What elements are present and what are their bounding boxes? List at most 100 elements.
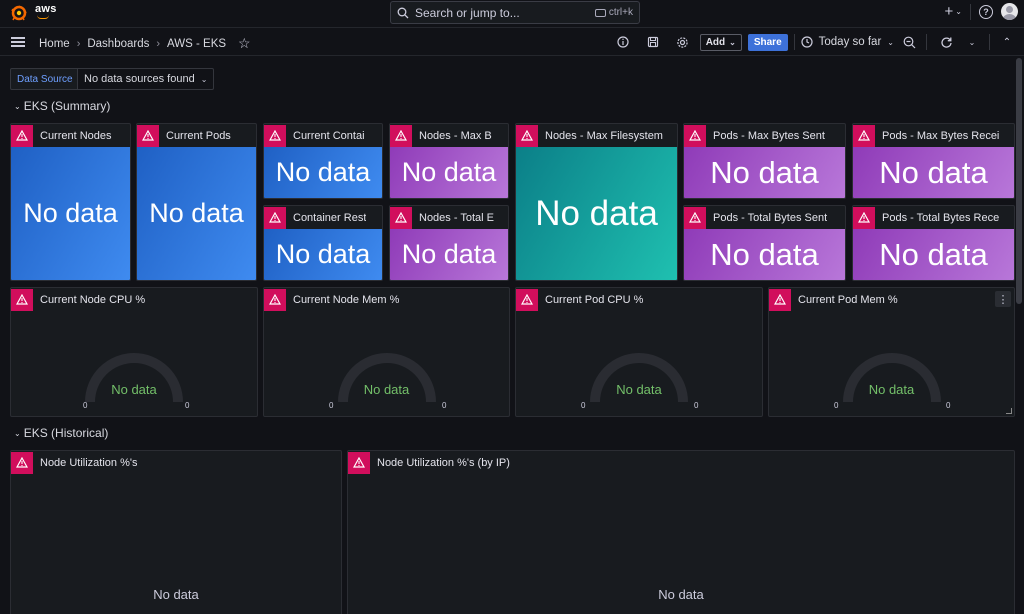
add-button[interactable]: Add ⌄: [699, 33, 742, 51]
gauge-min-label: 0: [83, 401, 88, 410]
search-placeholder: Search or jump to...: [415, 5, 520, 20]
timeseries-panel-node-utilization-by-ip[interactable]: Node Utilization %'s (by IP) No data: [347, 450, 1015, 614]
stat-value: No data: [137, 147, 256, 280]
stat-panel-nodes-total-bytes[interactable]: Nodes - Total E No data: [389, 205, 509, 281]
breadcrumb: Home › Dashboards › AWS - EKS ☆: [39, 35, 251, 52]
warning-icon[interactable]: [390, 206, 412, 229]
plus-icon: +: [944, 3, 954, 20]
gauge-panel-pod-mem[interactable]: Current Pod Mem % ⋮ No data 0 0: [768, 287, 1015, 417]
stat-panel-container-restarts[interactable]: Container Rest No data: [263, 205, 383, 281]
scrollbar[interactable]: [1016, 58, 1022, 304]
gauge-min-label: 0: [329, 401, 334, 410]
chevron-down-icon: ⌄: [955, 7, 962, 16]
stat-panel-pods-max-bytes-sent[interactable]: Pods - Max Bytes Sent No data: [683, 123, 846, 199]
warning-icon[interactable]: [853, 124, 875, 147]
menu-icon[interactable]: [11, 37, 25, 47]
search-input[interactable]: Search or jump to... ctrl+k: [390, 1, 640, 24]
warning-icon[interactable]: [137, 124, 159, 147]
gauge-panel-node-mem[interactable]: Current Node Mem % No data 0 0: [263, 287, 510, 417]
collapse-chevron-up-icon[interactable]: ⌃: [996, 31, 1018, 53]
top-bar: aws Search or jump to... ctrl+k + ⌄ ?: [0, 0, 1024, 26]
panel-title: Pods - Max Bytes Sent: [713, 129, 825, 142]
panel-title: Current Node Mem %: [293, 293, 400, 306]
warning-icon[interactable]: [11, 124, 33, 147]
warning-icon[interactable]: [684, 124, 706, 147]
chevron-down-icon: ⌄: [14, 428, 21, 438]
gauge-max-label: 0: [442, 401, 447, 410]
panel-title: Nodes - Max Filesystem: [545, 129, 663, 142]
help-icon[interactable]: ?: [979, 4, 993, 19]
gauge-max-label: 0: [946, 401, 951, 410]
keyboard-icon: [594, 8, 606, 17]
stat-value: No data: [390, 229, 508, 280]
grafana-logo-icon[interactable]: [11, 5, 27, 21]
stat-panel-current-nodes[interactable]: Current Nodes No data: [10, 123, 131, 281]
gauge-min-label: 0: [581, 401, 586, 410]
time-range-picker[interactable]: Today so far ⌄: [801, 36, 894, 48]
row-eks-historical[interactable]: ⌄ EKS (Historical): [14, 426, 108, 440]
warning-icon[interactable]: [853, 206, 875, 229]
breadcrumb-dashboards[interactable]: Dashboards: [87, 38, 149, 50]
gauge-panel-pod-cpu[interactable]: Current Pod CPU % No data 0 0: [515, 287, 763, 417]
stat-panel-pods-total-bytes-sent[interactable]: Pods - Total Bytes Sent No data: [683, 205, 846, 281]
panel-title: Pods - Total Bytes Sent: [713, 211, 828, 224]
zoom-out-icon[interactable]: [898, 31, 920, 53]
chevron-down-icon: ⌄: [14, 101, 21, 111]
panel-title: Pods - Max Bytes Recei: [882, 129, 1000, 142]
row-eks-summary[interactable]: ⌄ EKS (Summary): [14, 99, 110, 113]
gauge-value: No data: [111, 382, 157, 397]
stat-panel-current-pods[interactable]: Current Pods No data: [136, 123, 257, 281]
panel-title: Current Pods: [166, 129, 231, 142]
gauge-min-label: 0: [834, 401, 839, 410]
stat-panel-current-containers[interactable]: Current Contai No data: [263, 123, 383, 199]
search-icon: [397, 7, 409, 18]
divider: [970, 3, 971, 20]
panel-menu-icon[interactable]: ⋮: [995, 291, 1011, 307]
breadcrumb-home[interactable]: Home: [39, 38, 70, 50]
warning-icon[interactable]: [264, 124, 286, 147]
divider: [989, 34, 990, 50]
dashboard-info-icon[interactable]: [612, 31, 634, 53]
chevron-down-icon: ⌄: [887, 37, 894, 47]
avatar[interactable]: [1001, 3, 1018, 20]
warning-icon[interactable]: [11, 451, 33, 474]
warning-icon[interactable]: [516, 288, 538, 311]
search-shortcut: ctrl+k: [594, 7, 633, 18]
stat-value: No data: [264, 229, 382, 280]
resize-handle-icon[interactable]: [1006, 408, 1012, 414]
warning-icon[interactable]: [11, 288, 33, 311]
star-icon[interactable]: ☆: [238, 35, 251, 52]
timeseries-panel-node-utilization[interactable]: Node Utilization %'s No data: [10, 450, 342, 614]
breadcrumb-separator-icon: ›: [76, 37, 81, 50]
data-source-select[interactable]: No data sources found ⌄: [77, 68, 215, 90]
no-data-message: No data: [658, 587, 704, 602]
stat-value: No data: [516, 147, 677, 280]
org-name[interactable]: aws: [35, 3, 57, 15]
gauge-value: No data: [616, 382, 662, 397]
settings-gear-icon[interactable]: [672, 31, 694, 53]
refresh-icon[interactable]: [935, 31, 957, 53]
stat-panel-nodes-max-bytes[interactable]: Nodes - Max B No data: [389, 123, 509, 199]
warning-icon[interactable]: [264, 288, 286, 311]
save-icon[interactable]: [642, 31, 664, 53]
warning-icon[interactable]: [516, 124, 538, 147]
panel-title: Current Nodes: [40, 129, 112, 142]
gauge-value: No data: [363, 382, 410, 397]
warning-icon[interactable]: [264, 206, 286, 229]
panel-title: Node Utilization %'s: [40, 456, 138, 469]
stat-value: No data: [11, 147, 130, 280]
share-button[interactable]: Share: [747, 33, 788, 51]
stat-panel-pods-total-bytes-received[interactable]: Pods - Total Bytes Rece No data: [852, 205, 1015, 281]
new-menu-button[interactable]: + ⌄: [945, 3, 962, 20]
warning-icon[interactable]: [390, 124, 412, 147]
refresh-interval-chevron-down-icon[interactable]: ⌄: [961, 31, 983, 53]
stat-value: No data: [684, 147, 845, 198]
gauge-panel-node-cpu[interactable]: Current Node CPU % No data 0 0: [10, 287, 258, 417]
stat-panel-nodes-max-filesystem[interactable]: Nodes - Max Filesystem No data: [515, 123, 678, 281]
warning-icon[interactable]: [348, 451, 370, 474]
stat-panel-pods-max-bytes-received[interactable]: Pods - Max Bytes Recei No data: [852, 123, 1015, 199]
clock-icon: [801, 36, 813, 48]
warning-icon[interactable]: [684, 206, 706, 229]
warning-icon[interactable]: [769, 288, 791, 311]
stat-value: No data: [684, 229, 845, 280]
